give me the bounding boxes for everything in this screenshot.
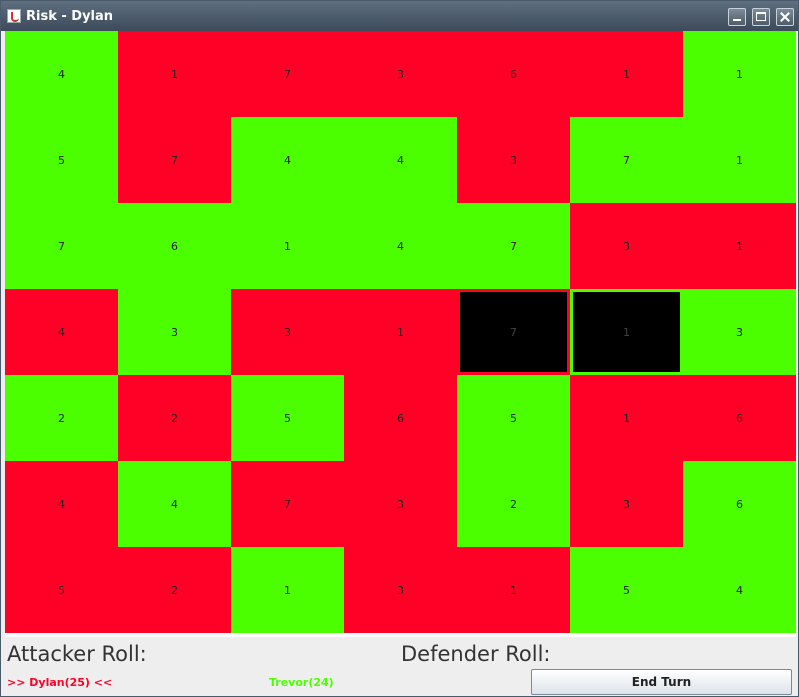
territory-cell[interactable]: 3 [570,203,683,289]
territory-cell[interactable]: 4 [5,461,118,547]
territory-cell[interactable]: 3 [344,461,457,547]
territory-cell[interactable]: 7 [570,117,683,203]
territory-cell[interactable]: 1 [683,117,796,203]
territory-cell[interactable]: 7 [231,461,344,547]
territory-cell[interactable]: 6 [683,375,796,461]
territory-cell[interactable]: 6 [344,375,457,461]
territory-cell[interactable]: 5 [231,375,344,461]
territory-cell[interactable]: 5 [457,375,570,461]
territory-cell[interactable]: 1 [570,289,683,375]
game-window: Risk - Dylan 417361157443717614731433171… [0,0,799,697]
end-turn-button[interactable]: End Turn [531,669,792,695]
territory-cell[interactable]: 2 [118,375,231,461]
territory-cell[interactable]: 7 [457,289,570,375]
board-divider [5,633,796,637]
maximize-button[interactable] [752,8,770,26]
territory-cell[interactable]: 2 [118,547,231,633]
attacker-roll-label: Attacker Roll: [7,642,147,666]
territory-cell[interactable]: 7 [457,203,570,289]
territory-cell[interactable]: 6 [118,203,231,289]
territory-cell[interactable]: 4 [344,203,457,289]
title-bar[interactable]: Risk - Dylan [1,1,798,31]
territory-cell[interactable]: 1 [344,289,457,375]
territory-cell[interactable]: 5 [570,547,683,633]
territory-cell[interactable]: 1 [683,31,796,117]
territory-cell[interactable]: 1 [683,203,796,289]
territory-cell[interactable]: 4 [231,117,344,203]
window-title: Risk - Dylan [26,9,114,24]
territory-cell[interactable]: 1 [231,547,344,633]
territory-cell[interactable]: 3 [457,117,570,203]
territory-cell[interactable]: 1 [231,203,344,289]
territory-cell[interactable]: 1 [457,547,570,633]
territory-cell[interactable]: 3 [570,461,683,547]
territory-cell[interactable]: 3 [344,547,457,633]
territory-cell[interactable]: 3 [344,31,457,117]
territory-cell[interactable]: 4 [118,461,231,547]
territory-cell[interactable]: 7 [231,31,344,117]
territory-cell[interactable]: 7 [118,117,231,203]
territory-cell[interactable]: 6 [683,461,796,547]
close-button[interactable] [776,8,794,26]
territory-cell[interactable]: 2 [5,375,118,461]
territory-cell[interactable]: 2 [457,461,570,547]
territory-cell[interactable]: 7 [5,203,118,289]
territory-cell[interactable]: 1 [570,31,683,117]
territory-cell[interactable]: 5 [5,117,118,203]
territory-cell[interactable]: 3 [118,289,231,375]
territory-cell[interactable]: 4 [683,547,796,633]
territory-cell[interactable]: 4 [5,31,118,117]
territory-cell[interactable]: 4 [344,117,457,203]
defender-roll-label: Defender Roll: [401,642,551,666]
territory-cell[interactable]: 4 [5,289,118,375]
territory-cell[interactable]: 3 [683,289,796,375]
territory-cell[interactable]: 1 [570,375,683,461]
territory-cell[interactable]: 5 [5,547,118,633]
territory-cell[interactable]: 6 [457,31,570,117]
territory-cell[interactable]: 1 [118,31,231,117]
opponent-player-label: Trevor(24) [269,676,334,689]
java-cup-icon [7,9,21,23]
game-board: 4173611574437176147314331713225651644732… [5,31,796,633]
territory-cell[interactable]: 3 [231,289,344,375]
minimize-button[interactable] [728,8,746,26]
current-player-label: >> Dylan(25) << [7,676,113,689]
